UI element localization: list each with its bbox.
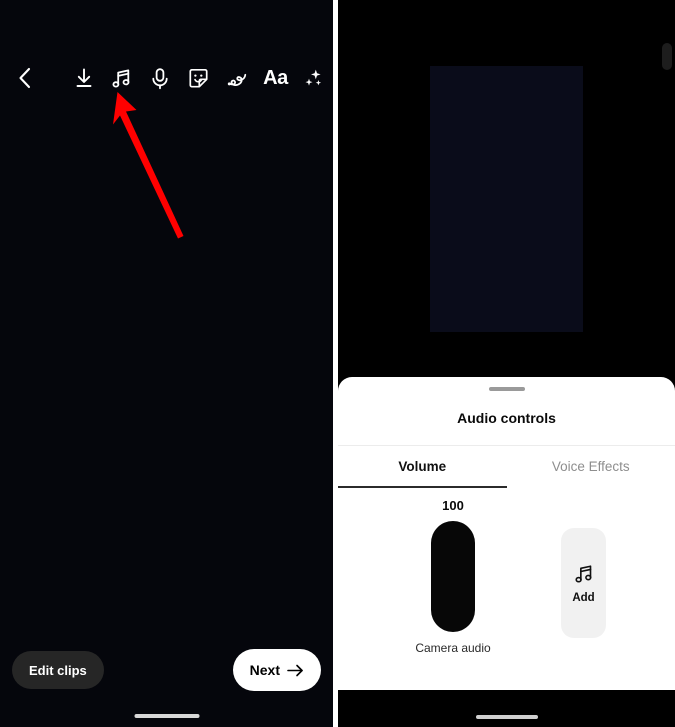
voiceover-button[interactable] bbox=[141, 58, 179, 98]
download-icon bbox=[73, 67, 95, 89]
audio-button[interactable] bbox=[103, 58, 141, 98]
tab-volume[interactable]: Volume bbox=[338, 446, 507, 488]
add-audio-button[interactable]: Add bbox=[561, 528, 606, 638]
tab-volume-label: Volume bbox=[398, 459, 447, 474]
tab-voice-effects-label: Voice Effects bbox=[551, 459, 630, 474]
stickers-button[interactable] bbox=[180, 58, 218, 98]
volume-value: 100 bbox=[442, 498, 464, 513]
sheet-title: Audio controls bbox=[457, 410, 556, 426]
navigation-bar-right bbox=[338, 690, 675, 727]
audio-controls-sheet: Audio controls Volume Voice Effects 100 … bbox=[338, 377, 675, 690]
next-button[interactable]: Next bbox=[232, 649, 321, 691]
text-icon: Aa bbox=[263, 66, 288, 89]
editor-toolbar: Aa bbox=[0, 58, 333, 98]
volume-slider[interactable] bbox=[431, 521, 475, 632]
edit-clips-button[interactable]: Edit clips bbox=[12, 651, 104, 689]
annotation-arrow bbox=[95, 80, 205, 250]
edit-clips-label: Edit clips bbox=[29, 662, 87, 678]
sheet-drag-handle[interactable] bbox=[488, 387, 525, 391]
music-note-icon bbox=[110, 67, 133, 90]
back-button[interactable] bbox=[6, 58, 44, 98]
screenshot-root: Aa Edit clips Next Audio controls Volume… bbox=[0, 0, 675, 727]
microphone-icon bbox=[149, 67, 171, 90]
draw-button[interactable] bbox=[218, 58, 256, 98]
volume-panel: 100 Camera audio Add bbox=[338, 488, 675, 660]
sticker-icon bbox=[187, 67, 210, 90]
scroll-handle[interactable] bbox=[662, 43, 672, 70]
home-indicator-left bbox=[134, 714, 199, 718]
track-label: Camera audio bbox=[415, 641, 491, 655]
arrow-right-icon bbox=[287, 664, 304, 677]
tab-voice-effects[interactable]: Voice Effects bbox=[507, 446, 675, 488]
effects-icon bbox=[302, 67, 325, 90]
add-button-label: Add bbox=[572, 591, 595, 604]
video-preview bbox=[430, 66, 583, 332]
next-label: Next bbox=[249, 662, 280, 678]
left-phone-screen: Aa Edit clips Next bbox=[0, 0, 333, 727]
text-button[interactable]: Aa bbox=[256, 58, 294, 98]
right-phone-screen: Audio controls Volume Voice Effects 100 … bbox=[338, 0, 675, 727]
effects-button[interactable] bbox=[295, 58, 333, 98]
draw-icon bbox=[226, 67, 249, 90]
camera-audio-track: 100 Camera audio bbox=[408, 498, 498, 655]
sheet-tabs: Volume Voice Effects bbox=[338, 445, 675, 488]
back-icon bbox=[16, 67, 34, 89]
download-button[interactable] bbox=[64, 58, 102, 98]
home-indicator-right bbox=[475, 715, 538, 719]
music-note-icon bbox=[573, 563, 595, 585]
